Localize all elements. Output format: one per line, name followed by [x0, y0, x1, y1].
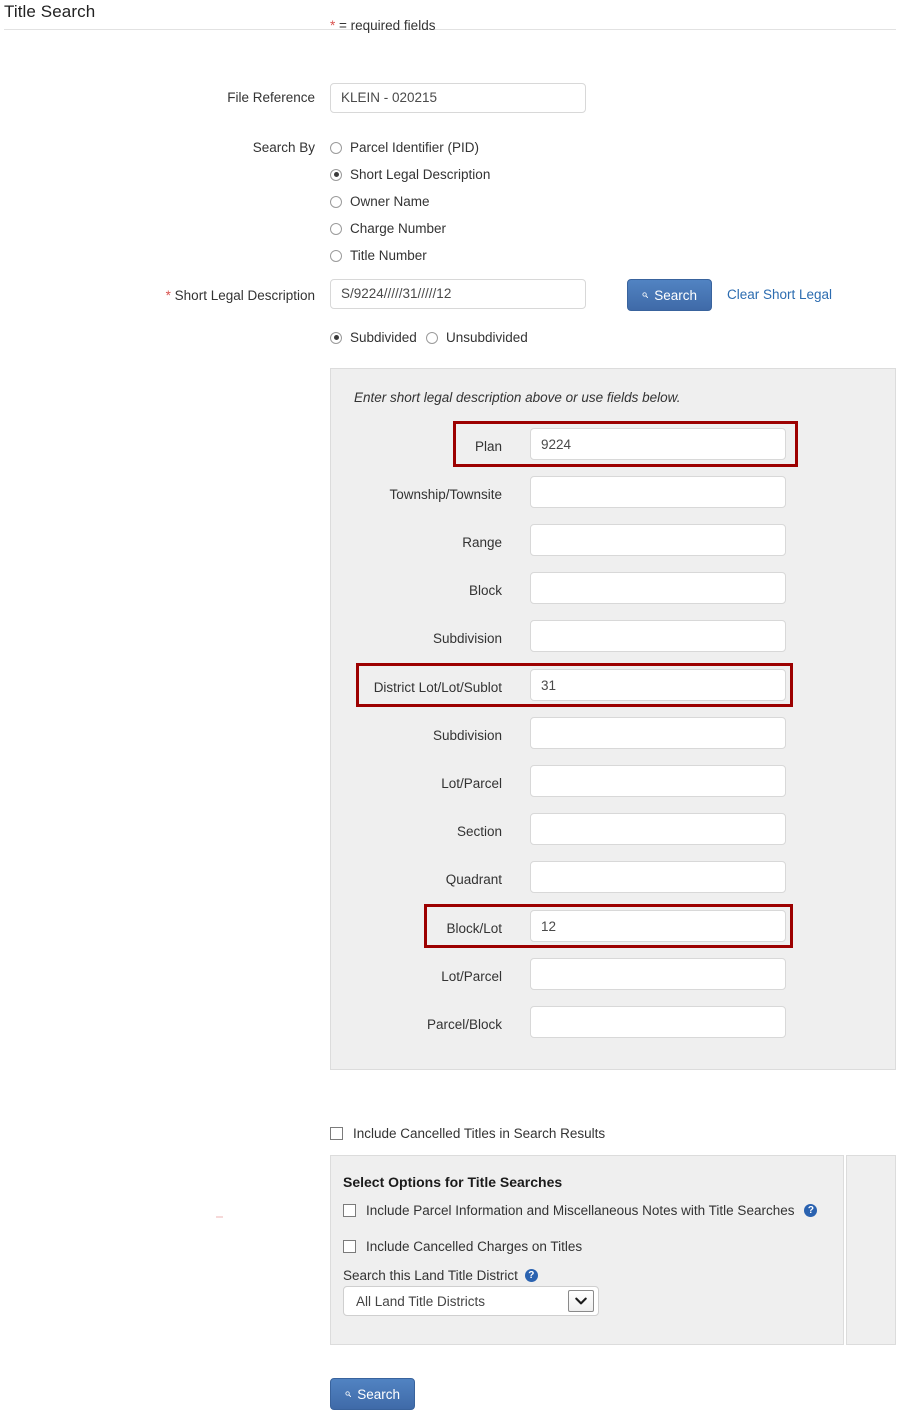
required-fields-note: * = required fields	[330, 18, 435, 33]
file-reference-label: File Reference	[227, 90, 315, 105]
legal-row-lot-parcel-1: Lot/Parcel	[330, 765, 896, 809]
radio-pid-label: Parcel Identifier (PID)	[350, 140, 480, 155]
legal-input-township-townsite[interactable]	[530, 476, 786, 508]
legal-input-block[interactable]	[530, 572, 786, 604]
search-by-option-title-number[interactable]: Title Number	[330, 248, 427, 263]
short-legal-search-button-label: Search	[654, 287, 697, 303]
legal-label-township-townsite: Township/Townsite	[389, 487, 502, 502]
search-by-option-charge-number[interactable]: Charge Number	[330, 221, 446, 236]
legal-input-quadrant[interactable]	[530, 861, 786, 893]
subdivided-option[interactable]: Subdivided	[330, 330, 417, 345]
legal-row-parcel-block: Parcel/Block	[330, 1006, 896, 1050]
radio-charge-number[interactable]	[330, 222, 342, 235]
include-cancelled-titles-label: Include Cancelled Titles in Search Resul…	[353, 1126, 606, 1141]
radio-subdivided-label: Subdivided	[350, 330, 417, 345]
radio-short-legal-label: Short Legal Description	[350, 167, 491, 182]
page-title: Title Search	[4, 2, 96, 21]
header-divider	[4, 29, 896, 30]
legal-label-lot-parcel-2: Lot/Parcel	[441, 969, 502, 984]
radio-title-number-label: Title Number	[350, 248, 427, 263]
footer-search-button[interactable]: Search	[330, 1378, 415, 1410]
help-icon-parcel-info[interactable]: ?	[804, 1204, 818, 1217]
short-legal-input[interactable]	[330, 279, 586, 309]
legal-label-section: Section	[456, 824, 502, 839]
include-cancelled-titles-checkbox[interactable]	[330, 1127, 343, 1140]
legal-row-plan: Plan	[330, 428, 896, 472]
clear-short-legal-link[interactable]: Clear Short Legal	[727, 287, 832, 302]
legal-row-block: Block	[330, 572, 896, 616]
radio-unsubdivided[interactable]	[426, 331, 438, 344]
short-legal-required-asterisk: *	[165, 288, 171, 303]
land-title-district-select[interactable]: All Land Title Districts	[343, 1286, 599, 1316]
legal-input-parcel-block[interactable]	[530, 1006, 786, 1038]
land-title-district-label-row: Search this Land Title District ?	[343, 1268, 538, 1283]
legal-label-lot-parcel-1: Lot/Parcel	[441, 776, 502, 791]
legal-label-district-lot: District Lot/Lot/Sublot	[373, 680, 502, 695]
legal-input-subdivision-1[interactable]	[530, 620, 786, 652]
radio-owner-name-label: Owner Name	[350, 194, 430, 209]
option-cancelled-charges-checkbox[interactable]	[343, 1240, 356, 1253]
option-cancelled-charges-row[interactable]: Include Cancelled Charges on Titles	[343, 1239, 582, 1254]
legal-label-plan: Plan	[474, 439, 502, 454]
option-parcel-info-checkbox[interactable]	[343, 1204, 356, 1217]
legal-row-subdivision-1: Subdivision	[330, 620, 896, 664]
legal-input-section[interactable]	[530, 813, 786, 845]
legal-row-subdivision-2: Subdivision	[330, 717, 896, 761]
land-title-district-label: Search this Land Title District	[343, 1268, 518, 1283]
search-by-label: Search By	[252, 140, 315, 155]
legal-label-subdivision-2: Subdivision	[432, 728, 502, 743]
legal-row-range: Range	[330, 524, 896, 568]
option-parcel-info-row[interactable]: Include Parcel Information and Miscellan…	[343, 1203, 818, 1218]
legal-input-lot-parcel-1[interactable]	[530, 765, 786, 797]
required-fields-text: = required fields	[335, 18, 436, 33]
radio-unsubdivided-label: Unsubdivided	[446, 330, 528, 345]
legal-row-section: Section	[330, 813, 896, 857]
radio-short-legal[interactable]	[330, 168, 342, 181]
legal-label-subdivision-1: Subdivision	[432, 631, 502, 646]
radio-title-number[interactable]	[330, 249, 342, 262]
legal-row-lot-parcel-2: Lot/Parcel	[330, 958, 896, 1002]
options-panel-title: Select Options for Title Searches	[343, 1174, 563, 1190]
short-legal-label-text: Short Legal Description	[174, 288, 315, 303]
legal-row-township-townsite: Township/Townsite	[330, 476, 896, 520]
short-legal-search-button[interactable]: Search	[627, 279, 712, 311]
option-cancelled-charges-label: Include Cancelled Charges on Titles	[366, 1239, 583, 1254]
legal-label-parcel-block: Parcel/Block	[426, 1017, 502, 1032]
unsubdivided-option[interactable]: Unsubdivided	[426, 330, 528, 345]
search-by-option-owner-name[interactable]: Owner Name	[330, 194, 430, 209]
legal-row-quadrant: Quadrant	[330, 861, 896, 905]
land-title-district-selected-value: All Land Title Districts	[356, 1293, 486, 1309]
help-icon-land-title-district[interactable]: ?	[524, 1269, 538, 1282]
legal-input-range[interactable]	[530, 524, 786, 556]
radio-charge-number-label: Charge Number	[350, 221, 447, 236]
include-cancelled-titles-row[interactable]: Include Cancelled Titles in Search Resul…	[330, 1126, 605, 1141]
legal-label-block-lot: Block/Lot	[446, 921, 502, 936]
legal-label-block: Block	[468, 583, 502, 598]
legal-input-block-lot[interactable]	[530, 910, 786, 942]
legal-input-plan[interactable]	[530, 428, 786, 460]
chevron-down-icon[interactable]	[568, 1290, 594, 1312]
legal-label-quadrant: Quadrant	[445, 872, 502, 887]
search-icon	[345, 1391, 352, 1397]
search-by-option-short-legal[interactable]: Short Legal Description	[330, 167, 490, 182]
legal-row-district-lot: District Lot/Lot/Sublot	[330, 669, 896, 713]
legal-input-subdivision-2[interactable]	[530, 717, 786, 749]
legal-input-lot-parcel-2[interactable]	[530, 958, 786, 990]
page-artifact	[216, 1216, 223, 1218]
search-icon	[642, 292, 649, 298]
radio-owner-name[interactable]	[330, 195, 342, 208]
file-reference-input[interactable]	[330, 83, 586, 113]
short-legal-label: * Short Legal Description	[120, 288, 315, 303]
footer-search-button-label: Search	[357, 1386, 400, 1402]
legal-label-range: Range	[462, 535, 502, 550]
legal-row-block-lot: Block/Lot	[330, 910, 896, 954]
legal-input-district-lot[interactable]	[530, 669, 786, 701]
radio-subdivided[interactable]	[330, 331, 342, 344]
option-parcel-info-label: Include Parcel Information and Miscellan…	[366, 1203, 795, 1218]
search-by-option-pid[interactable]: Parcel Identifier (PID)	[330, 140, 479, 155]
legal-panel-note: Enter short legal description above or u…	[354, 390, 681, 405]
title-search-options-side-panel	[846, 1155, 896, 1345]
page-header: Title Search	[0, 0, 900, 30]
radio-pid[interactable]	[330, 141, 342, 154]
